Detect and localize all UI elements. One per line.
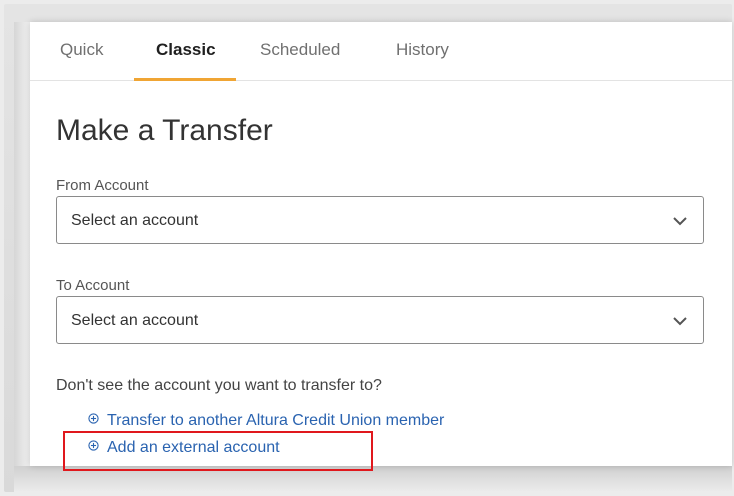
transfer-panel: Quick Classic Scheduled History Make a T… <box>30 22 732 471</box>
transfer-member-link[interactable]: Transfer to another Altura Credit Union … <box>88 412 444 430</box>
page-title: Make a Transfer <box>56 114 273 147</box>
to-account-value: Select an account <box>71 312 199 329</box>
transfer-member-link-label: Transfer to another Altura Credit Union … <box>107 412 445 429</box>
tab-history[interactable]: History <box>396 40 449 60</box>
tab-classic[interactable]: Classic <box>156 40 216 60</box>
tab-bar: Quick Classic Scheduled History <box>30 22 732 81</box>
chevron-down-icon <box>673 217 687 226</box>
highlight-annotation-box <box>63 431 373 471</box>
active-tab-indicator <box>134 78 236 81</box>
chevron-down-icon <box>673 317 687 326</box>
to-account-select[interactable]: Select an account <box>56 296 704 344</box>
tab-scheduled[interactable]: Scheduled <box>260 40 340 60</box>
from-account-value: Select an account <box>71 212 199 229</box>
tab-quick[interactable]: Quick <box>60 40 103 60</box>
from-account-label: From Account <box>56 177 149 194</box>
to-account-label: To Account <box>56 277 130 294</box>
window-edge <box>14 22 30 466</box>
help-text: Don't see the account you want to transf… <box>56 377 382 394</box>
plus-circle-icon <box>88 413 99 424</box>
from-account-select[interactable]: Select an account <box>56 196 704 244</box>
